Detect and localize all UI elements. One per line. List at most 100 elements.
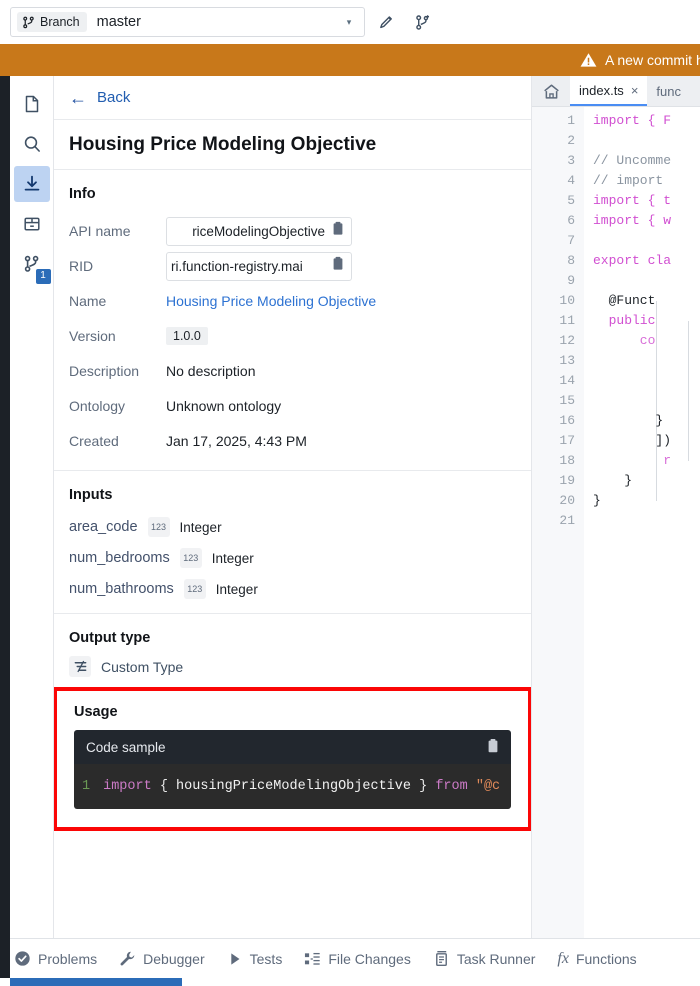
code-token-brace-open: { (159, 779, 168, 794)
status-item-functions[interactable]: fx Functions (557, 950, 648, 968)
tab-index-ts[interactable]: index.ts × (570, 76, 648, 106)
rid-copy-field[interactable]: ri.function-registry.mai (166, 251, 352, 281)
code-line: 9 (532, 271, 700, 291)
branches-badge: 1 (35, 269, 51, 284)
close-icon[interactable]: × (631, 83, 639, 98)
status-item-label: Task Runner (456, 950, 536, 967)
clipboard-icon[interactable] (331, 221, 345, 241)
line-text (584, 231, 593, 251)
banner-text: A new commit has be (604, 52, 700, 68)
copy-code-button[interactable] (486, 738, 500, 757)
info-value-created: Jan 17, 2025, 4:43 PM (166, 426, 516, 456)
status-item-tests[interactable]: Tests (227, 951, 295, 967)
code-sample-body[interactable]: 1 import { housingPriceModelingObjective… (74, 764, 511, 809)
status-item-debugger[interactable]: Debugger (119, 950, 217, 967)
code-line: 1 import { F (532, 111, 700, 131)
line-number: 6 (567, 213, 575, 228)
status-item-problems[interactable]: Problems (14, 950, 109, 967)
code-line: 11 public (532, 311, 700, 331)
commit-notification-banner: A new commit has be (0, 44, 700, 76)
line-text (584, 131, 593, 151)
sidebar-item-branches[interactable]: 1 (14, 246, 51, 284)
info-label-api-name: API name (69, 223, 131, 239)
usage-section-highlight: Usage Code sample 1 import { housingPric… (54, 687, 531, 831)
branch-toolbar: Branch master ▾ (0, 0, 700, 44)
tab-func[interactable]: func (647, 76, 690, 106)
code-line: 16 } (532, 411, 700, 431)
sidebar-item-package[interactable] (14, 206, 50, 242)
line-text: // import (593, 173, 664, 188)
api-name-copy-field[interactable]: riceModelingObjective (166, 216, 352, 246)
info-value-description: No description (166, 356, 516, 386)
clipboard-icon[interactable] (331, 256, 345, 276)
sidebar-item-search[interactable] (14, 126, 50, 162)
line-text: } (593, 413, 664, 428)
line-number: 10 (559, 293, 575, 308)
ontology-value: Unknown ontology (166, 398, 282, 414)
warning-icon (580, 53, 597, 67)
code-sample-label: Code sample (86, 739, 166, 755)
line-number: 14 (559, 373, 575, 388)
new-branch-button[interactable] (407, 7, 437, 37)
status-item-label: Debugger (143, 950, 205, 967)
integer-type-icon: 123 (147, 517, 170, 537)
sidebar-item-install[interactable] (13, 166, 50, 202)
edit-branch-button[interactable] (371, 7, 401, 37)
line-number: 20 (559, 493, 575, 508)
line-number: 21 (559, 513, 575, 528)
code-line: 5 import { t (532, 191, 700, 211)
sidebar-item-files[interactable] (14, 86, 50, 122)
line-number: 7 (567, 233, 575, 248)
window-edge-rail (0, 76, 10, 938)
code-sample-header: Code sample (74, 730, 511, 764)
page-title: Housing Price Modeling Objective (69, 133, 377, 155)
line-text: } (593, 473, 633, 488)
line-text (584, 511, 593, 531)
line-number: 4 (567, 173, 575, 188)
tab-label: index.ts (579, 82, 624, 98)
line-text (584, 351, 593, 371)
back-navigation[interactable]: ← Back (54, 76, 531, 120)
line-number: 8 (567, 253, 575, 268)
status-item-task-runner[interactable]: Task Runner (433, 950, 548, 967)
info-value-version: 1.0.0 (166, 321, 516, 351)
created-value: Jan 17, 2025, 4:43 PM (166, 433, 307, 449)
name-link[interactable]: Housing Price Modeling Objective (166, 293, 376, 309)
line-text: co (593, 333, 656, 348)
horizontal-scrollbar-thumb[interactable] (10, 978, 182, 986)
line-number: 13 (559, 353, 575, 368)
code-line: 15 (532, 391, 700, 411)
version-badge: 1.0.0 (166, 327, 208, 345)
branch-selector[interactable]: Branch master ▾ (10, 7, 365, 37)
line-text (584, 371, 593, 391)
editor-home-button[interactable] (532, 76, 570, 106)
horizontal-scrollbar[interactable] (0, 978, 700, 986)
line-number: 15 (559, 393, 575, 408)
line-number: 2 (567, 133, 575, 148)
input-type-num-bedrooms: Integer (211, 550, 254, 566)
status-item-file-changes[interactable]: File Changes (304, 951, 423, 967)
line-text: @Funct (593, 293, 656, 308)
fx-icon: fx (557, 949, 569, 967)
input-row: num_bathrooms 123 Integer (69, 579, 516, 599)
branch-plus-icon (415, 14, 429, 30)
editor-code-area[interactable]: 1 import { F 2 3 // Uncomme 4 // import 5 im… (532, 107, 700, 938)
info-value-rid: ri.function-registry.mai (166, 251, 516, 281)
back-link-label: Back (97, 89, 131, 106)
code-line: 17 ]) (532, 431, 700, 451)
info-label-version: Version (69, 328, 116, 344)
activity-sidebar: 1 (10, 76, 54, 938)
info-section: Info API name riceModelingObjective RID … (54, 170, 531, 471)
code-editor-panel: index.ts × func 1 import { F 2 3 // Uncomm… (532, 76, 700, 938)
code-line: 7 (532, 231, 700, 251)
info-label-name: Name (69, 293, 107, 309)
line-text: import { w (593, 213, 672, 228)
output-type-heading: Output type (69, 630, 151, 646)
editor-tabstrip: index.ts × func (532, 76, 700, 107)
line-number: 19 (559, 473, 575, 488)
info-heading: Info (69, 186, 96, 202)
search-icon (24, 136, 40, 152)
chevron-down-icon[interactable]: ▾ (340, 17, 358, 28)
line-number: 3 (567, 153, 575, 168)
rid-value: ri.function-registry.mai (171, 258, 303, 274)
